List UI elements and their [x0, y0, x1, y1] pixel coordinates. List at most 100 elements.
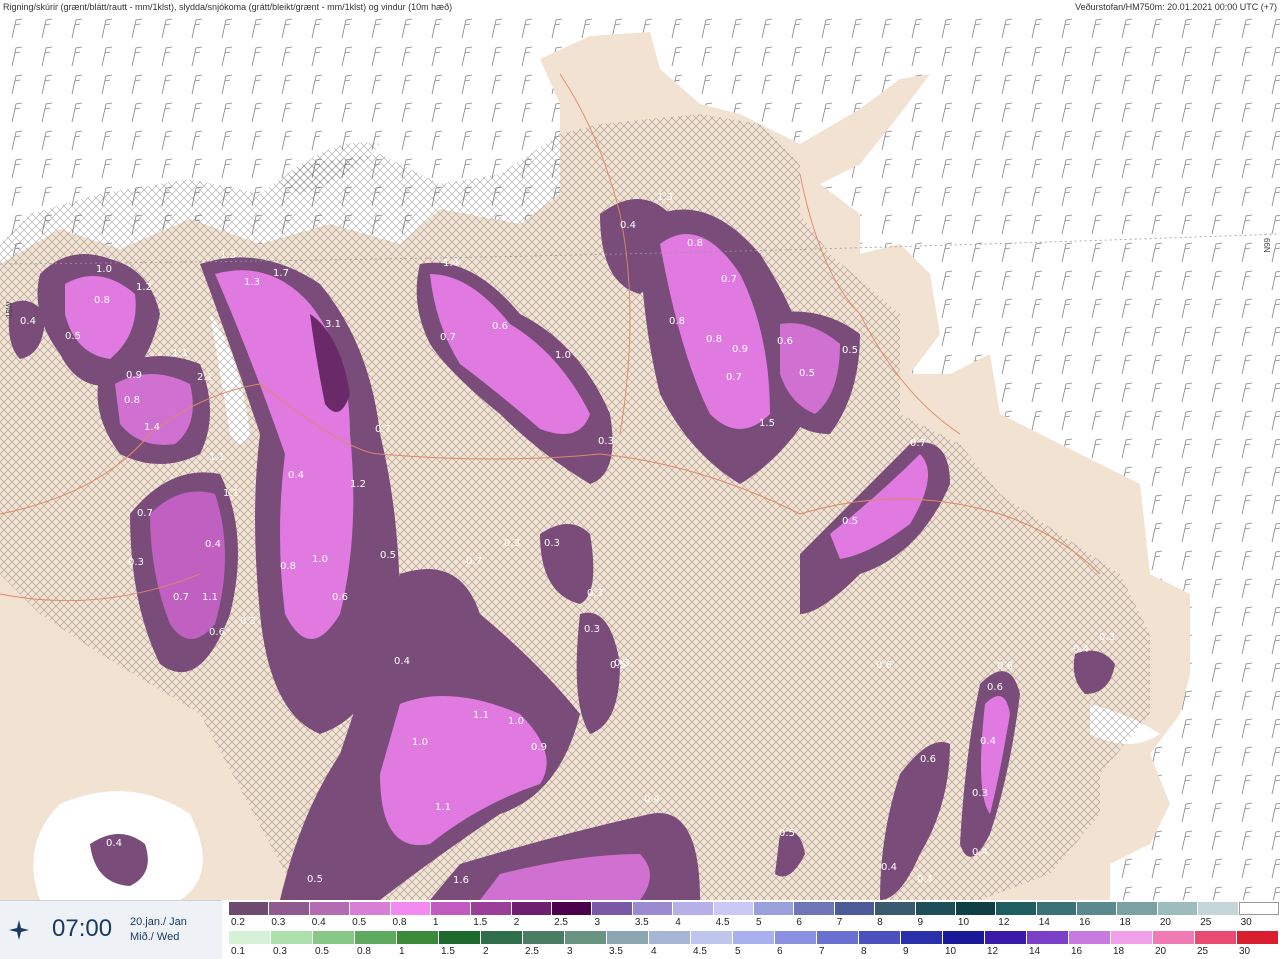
rain-color-scale — [229, 931, 1279, 944]
legend-label: 0.8 — [357, 946, 371, 957]
legend-swatch — [1198, 902, 1239, 915]
precip-value: 0.5 — [779, 828, 795, 839]
precip-value: 0.3 — [587, 588, 603, 599]
legend-swatch — [592, 902, 633, 915]
legend-swatch — [269, 902, 310, 915]
latitude-label: 66N — [1262, 238, 1271, 253]
legend-swatch — [996, 902, 1037, 915]
legend-label: 1.5 — [441, 946, 455, 957]
precip-value: 1.0 — [312, 554, 328, 565]
precip-value: 0.6 — [777, 336, 793, 347]
time-panel: 07:00 20.jan./ Jan Mið./ Wed — [0, 900, 222, 959]
legend-label: 2.5 — [554, 917, 568, 928]
legend-label: 18 — [1119, 917, 1131, 928]
precip-value: 2.1 — [197, 372, 213, 383]
precip-value: 0.8 — [124, 395, 140, 406]
precip-value: 0.8 — [687, 238, 703, 249]
legend-label: 0.3 — [273, 946, 287, 957]
precip-value: 0.4 — [205, 539, 221, 550]
precip-value: 0.7 — [721, 274, 737, 285]
precip-value: 0.4 — [972, 847, 988, 858]
legend-label: 0.1 — [231, 946, 245, 957]
legend-swatch — [943, 931, 985, 944]
precip-value: 0.4 — [288, 470, 304, 481]
run-info: Veðurstofan/HM750m: 20.01.2021 00:00 UTC… — [1075, 2, 1277, 12]
legend-label: 3.5 — [609, 946, 623, 957]
precip-value: 0.5 — [610, 660, 626, 671]
legend-label: 0.8 — [392, 917, 407, 928]
legend-swatch — [985, 931, 1027, 944]
legend-swatch — [1077, 902, 1118, 915]
precip-value: 0.6 — [209, 627, 225, 638]
vedurstofan-logo-icon — [9, 920, 29, 940]
legend-swatch — [229, 931, 271, 944]
legend-label: 1.5 — [473, 917, 488, 928]
precip-value: 0.8 — [706, 334, 722, 345]
legend-swatch — [691, 931, 733, 944]
legend-swatch — [775, 931, 817, 944]
legend-label: 4 — [675, 917, 681, 928]
legend-swatch — [271, 931, 313, 944]
legend-label: 2 — [483, 946, 489, 957]
legend-label: 5 — [756, 917, 762, 928]
legend-label: 9 — [917, 917, 924, 928]
precip-value: 0.3 — [1099, 632, 1115, 643]
legend-swatch — [875, 902, 916, 915]
legend-label: 25 — [1197, 946, 1209, 957]
precip-value: 0.5 — [799, 368, 815, 379]
legend-swatch — [1157, 902, 1199, 915]
precip-value: 1.1 — [202, 592, 218, 603]
precip-value: 0.3 — [240, 616, 256, 627]
precip-value: 1.0 — [412, 737, 428, 748]
legend-swatch — [754, 902, 795, 915]
precip-value: 0.5 — [842, 516, 858, 527]
precip-value: 0.3 — [544, 538, 560, 549]
precip-value: 1.1 — [223, 488, 239, 499]
precip-value: 1.3 — [657, 192, 673, 203]
weather-map[interactable]: 15W 66N 0.4 0.5 1.0 1.2 0.8 1.1 2.1 0.9 0.8 1.4 1.… — [0, 14, 1280, 900]
precip-value: 0.4 — [394, 656, 410, 667]
legend-swatch — [915, 902, 956, 915]
precip-value: 0.3 — [584, 624, 600, 635]
legend-label: 18 — [1113, 946, 1125, 957]
legend-swatch — [229, 902, 270, 915]
forecast-date: 20.jan./ Jan — [130, 916, 187, 928]
legend-label: 3 — [567, 946, 573, 957]
precip-value: 0.4 — [106, 838, 122, 849]
forecast-weekday: Mið./ Wed — [130, 931, 180, 943]
precip-value: 0.4 — [881, 862, 897, 873]
legend-label: 0.3 — [271, 917, 286, 928]
precip-value: 1.5 — [759, 418, 775, 429]
legend-swatch — [955, 902, 997, 915]
legend-label: 14 — [1029, 946, 1041, 957]
legend-label: 30 — [1240, 917, 1252, 928]
precip-value: 0.6 — [492, 321, 508, 332]
legend-swatch — [1195, 931, 1237, 944]
legend-swatch — [481, 931, 523, 944]
precip-value: 1.4 — [144, 422, 160, 433]
legend-label: 4.5 — [715, 917, 730, 928]
precip-value: 0.9 — [531, 742, 547, 753]
precip-value: 0.4 — [620, 220, 636, 231]
longitude-label: 15W — [5, 301, 14, 318]
legend-swatch — [1111, 931, 1153, 944]
precip-value: 0.6 — [997, 661, 1013, 672]
precip-value: 1.0 — [555, 350, 571, 361]
precip-value: 1.1 — [435, 802, 451, 813]
precip-value: 0.6 — [332, 592, 348, 603]
precip-value: 0.6 — [987, 682, 1003, 693]
legend-swatch — [430, 902, 472, 915]
precip-value: 0.5 — [65, 331, 81, 342]
precip-value: 3.1 — [325, 319, 341, 330]
legend-label: 0.2 — [231, 917, 245, 928]
map-canvas: 15W 66N 0.4 0.5 1.0 1.2 0.8 1.1 2.1 0.9 0.8 1.4 1.… — [0, 14, 1280, 900]
map-title: Rigning/skúrir (grænt/blátt/rautt - mm/1… — [3, 2, 453, 12]
legend-swatch — [523, 931, 565, 944]
legend-swatch — [439, 931, 481, 944]
legend-swatch — [309, 902, 351, 915]
precip-value: 1.0 — [96, 264, 112, 275]
precip-value: 0.9 — [732, 344, 748, 355]
precip-value: 1.1 — [172, 348, 188, 359]
legend-label: 8 — [861, 946, 867, 957]
precip-value: 0.7 — [173, 592, 189, 603]
